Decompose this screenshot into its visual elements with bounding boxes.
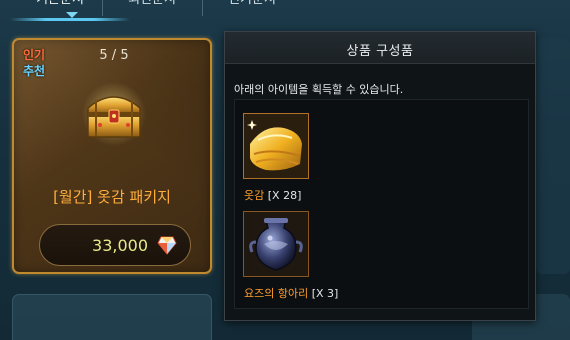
tab-divider <box>102 0 103 16</box>
price-value: 33,000 <box>92 236 148 255</box>
treasure-chest-icon <box>82 82 146 146</box>
tab-label: 최신순서 <box>128 0 176 10</box>
item-name: 요즈의 항아리 <box>244 287 309 300</box>
tab-latest-order[interactable]: 최신순서 <box>102 0 202 14</box>
item-label-cloth: 옷감 [X 28] <box>244 187 301 203</box>
tab-label: 인기순서 <box>228 0 276 10</box>
popup-description: 아래의 아이템을 획득할 수 있습니다. <box>234 83 404 96</box>
tab-popular-order[interactable]: 인기순서 <box>202 0 302 14</box>
badge-hot: 인기 <box>23 48 46 62</box>
buy-button[interactable]: 33,000 <box>39 224 191 266</box>
package-contents-popup: 상품 구성품 아래의 아이템을 획득할 수 있습니다. 옷감 [X 28] 요즈… <box>224 31 536 321</box>
item-quantity: [X 28] <box>267 189 302 202</box>
gem-icon <box>157 236 177 255</box>
tab-divider <box>202 0 203 16</box>
jar-icon[interactable] <box>243 211 309 277</box>
item-label-jar: 요즈의 항아리 [X 3] <box>244 285 338 301</box>
item-quantity: [X 3] <box>311 287 339 300</box>
product-card-next[interactable] <box>12 294 212 340</box>
active-tab-underline <box>10 18 130 21</box>
active-tab-caret-icon <box>66 12 78 18</box>
sort-tabs: 기본순서 최신순서 인기순서 <box>0 0 570 24</box>
package-title: [월간] 옷감 패키지 <box>53 188 171 206</box>
item-list: 옷감 [X 28] 요즈의 항아리 [X 3] <box>234 99 529 309</box>
popup-header: 상품 구성품 <box>225 32 535 64</box>
tab-default-order[interactable]: 기본순서 <box>18 0 102 14</box>
tab-label: 기본순서 <box>36 0 84 10</box>
product-card[interactable]: 인기 추천 5 / 5 [월간] 옷감 패키지 33,000 <box>12 38 212 274</box>
badge-recommend: 추천 <box>23 64 46 78</box>
item-name: 옷감 <box>244 189 265 202</box>
stock-count: 5 / 5 <box>99 48 129 63</box>
jar-icon-graphic <box>244 212 308 276</box>
adjacent-product-card[interactable] <box>536 38 570 274</box>
cloth-icon[interactable] <box>243 113 309 179</box>
cloth-icon-graphic <box>244 114 308 178</box>
popup-title: 상품 구성품 <box>346 44 414 59</box>
